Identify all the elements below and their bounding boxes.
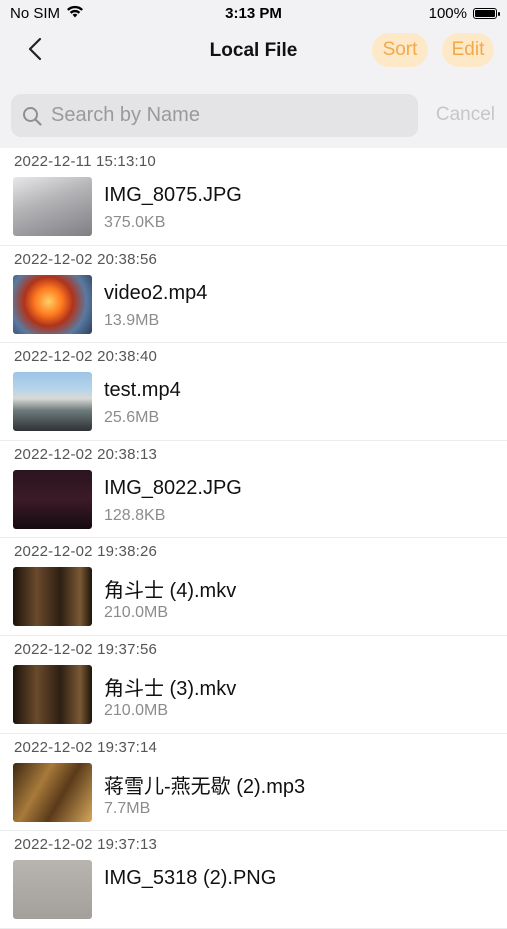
file-size: 375.0KB — [104, 214, 166, 231]
file-thumbnail — [13, 860, 92, 920]
file-date: 2022-12-02 19:37:56 — [14, 640, 158, 658]
file-date: 2022-12-02 20:38:13 — [14, 445, 158, 463]
battery-label: 100% — [428, 5, 467, 22]
battery-icon — [473, 8, 500, 19]
file-date: 2022-12-11 15:13:10 — [14, 153, 156, 170]
file-thumbnail — [13, 567, 92, 627]
file-date: 2022-12-02 19:38:26 — [14, 543, 158, 561]
file-size: 13.9MB — [104, 311, 160, 329]
file-row[interactable]: 2022-12-02 20:38:40 test.mp4 25.6MB — [0, 343, 507, 441]
file-thumbnail — [13, 762, 92, 822]
file-date: 2022-12-02 19:37:14 — [14, 738, 158, 756]
file-name: IMG_5318 (2).PNG — [104, 867, 277, 890]
file-thumbnail — [13, 274, 92, 334]
file-size: 210.0MB — [104, 701, 169, 719]
file-date: 2022-12-02 20:38:56 — [14, 250, 158, 268]
file-name: IMG_8022.JPG — [104, 476, 242, 499]
cancel-button[interactable]: Cancel — [436, 104, 495, 126]
file-thumbnail — [13, 664, 92, 724]
search-row: Cancel — [0, 84, 507, 144]
sort-button[interactable]: Sort — [372, 33, 428, 67]
file-size: 128.8KB — [104, 506, 166, 524]
file-row[interactable]: 2022-12-02 19:37:14 蒋雪儿-燕无歇 (2).mp3 7.7M… — [0, 734, 507, 832]
search-input[interactable] — [49, 103, 413, 128]
file-date: 2022-12-02 19:37:13 — [14, 836, 158, 854]
file-thumbnail — [13, 469, 92, 529]
file-size: 210.0MB — [104, 604, 169, 622]
search-box[interactable] — [11, 94, 418, 137]
file-name: 角斗士 (3).mkv — [104, 677, 237, 700]
file-row[interactable]: 2022-12-02 19:37:13 IMG_5318 (2).PNG — [0, 831, 507, 929]
edit-button[interactable]: Edit — [442, 33, 494, 67]
search-icon — [21, 105, 43, 127]
status-bar: No SIM 3:13 PM 100% — [0, 0, 507, 28]
file-name: 角斗士 (4).mkv — [104, 580, 237, 603]
file-name: IMG_8075.JPG — [104, 184, 242, 206]
file-row[interactable]: 2022-12-02 20:38:13 IMG_8022.JPG 128.8KB — [0, 441, 507, 539]
file-row[interactable]: 2022-12-02 19:38:26 角斗士 (4).mkv 210.0MB — [0, 538, 507, 636]
file-size: 25.6MB — [104, 409, 160, 427]
header: No SIM 3:13 PM 100% Local File Sort Edit — [0, 0, 507, 148]
file-name: test.mp4 — [104, 379, 181, 402]
file-thumbnail — [13, 372, 92, 432]
file-name: 蒋雪儿-燕无歇 (2).mp3 — [104, 775, 306, 798]
file-name: video2.mp4 — [104, 281, 208, 304]
page-title: Local File — [209, 40, 298, 61]
status-right: 100% — [428, 5, 500, 22]
file-date: 2022-12-02 20:38:40 — [14, 348, 158, 366]
file-thumbnail — [13, 177, 92, 236]
file-row[interactable]: 2022-12-02 19:37:56 角斗士 (3).mkv 210.0MB — [0, 636, 507, 734]
file-row[interactable]: 2022-12-02 20:38:56 video2.mp4 13.9MB — [0, 246, 507, 344]
file-row[interactable]: 2022-12-11 15:13:10 IMG_8075.JPG 375.0KB — [0, 148, 507, 246]
file-list: 2022-12-11 15:13:10 IMG_8075.JPG 375.0KB… — [0, 148, 507, 929]
nav-bar: Local File Sort Edit — [0, 28, 507, 84]
file-size: 7.7MB — [104, 799, 151, 817]
